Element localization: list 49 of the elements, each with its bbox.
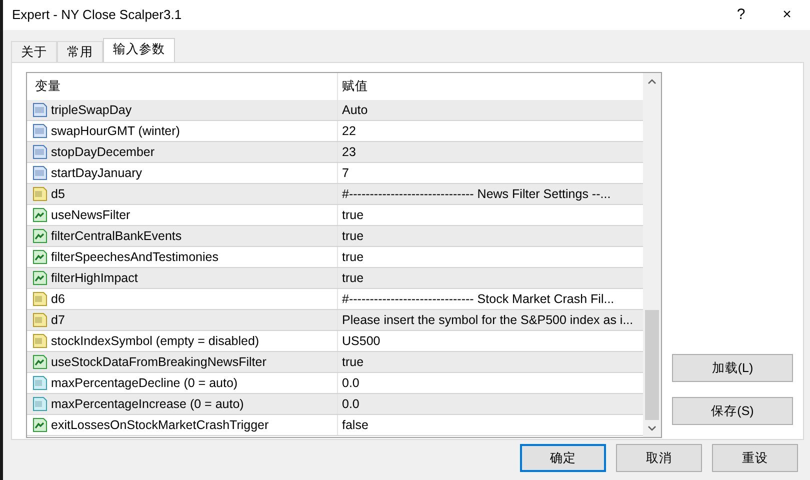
- parameter-name: maxPercentageIncrease (0 = auto): [51, 396, 244, 413]
- column-header: 赋值: [342, 78, 368, 96]
- load-button[interactable]: 加载(L): [672, 354, 793, 382]
- parameter-name: stopDayDecember: [51, 144, 155, 161]
- parameter-name: filterHighImpact: [51, 270, 138, 287]
- parameter-value[interactable]: US500: [342, 332, 380, 350]
- parameter-value[interactable]: true: [342, 206, 364, 224]
- save-button[interactable]: 保存(S): [672, 397, 793, 425]
- cancel-button[interactable]: 取消: [616, 444, 702, 472]
- tab[interactable]: 关于: [11, 41, 57, 62]
- scroll-up-icon[interactable]: [648, 79, 656, 84]
- window-title: Expert - NY Close Scalper3.1: [12, 6, 183, 24]
- parameter-value[interactable]: 23: [342, 142, 356, 162]
- parameter-value[interactable]: true: [342, 352, 364, 372]
- parameter-name: stockIndexSymbol (empty = disabled): [51, 332, 260, 350]
- parameter-value[interactable]: 0.0: [342, 374, 360, 392]
- reset-button[interactable]: 重设: [712, 444, 798, 472]
- ok-button[interactable]: 确定: [520, 444, 606, 472]
- parameter-name: d5: [51, 186, 65, 203]
- close-button[interactable]: ×: [764, 4, 810, 26]
- parameter-value[interactable]: Please insert the symbol for the S&P500 index as i...: [342, 310, 634, 330]
- parameter-value[interactable]: Auto: [342, 100, 368, 120]
- scroll-down-icon[interactable]: [648, 426, 656, 431]
- parameter-name: maxPercentageDecline (0 = auto): [51, 374, 238, 392]
- tab[interactable]: 常用: [57, 41, 103, 62]
- parameter-value[interactable]: #------------------------------ Stock Market Crash Fil...: [342, 290, 614, 308]
- parameter-name: filterCentralBankEvents: [51, 228, 182, 245]
- parameter-name: d6: [51, 290, 65, 308]
- parameter-value[interactable]: true: [342, 268, 364, 288]
- parameter-value[interactable]: 7: [342, 164, 349, 182]
- parameter-name: tripleSwapDay: [51, 102, 132, 119]
- parameter-name: d7: [51, 312, 65, 329]
- tab[interactable]: 输入参数: [103, 38, 175, 62]
- help-button[interactable]: ?: [718, 4, 764, 26]
- parameter-name: filterSpeechesAndTestimonies: [51, 248, 218, 266]
- parameter-value[interactable]: 0.0: [342, 394, 360, 414]
- scrollbar[interactable]: [643, 73, 661, 437]
- column-header: 变量: [35, 78, 61, 96]
- parameter-value[interactable]: true: [342, 226, 364, 246]
- parameter-value[interactable]: true: [342, 248, 364, 266]
- parameter-name: startDayJanuary: [51, 164, 142, 182]
- parameter-name: useNewsFilter: [51, 206, 130, 224]
- parameter-value[interactable]: false: [342, 416, 368, 434]
- parameter-value[interactable]: 22: [342, 122, 356, 140]
- parameter-name: swapHourGMT (winter): [51, 122, 180, 140]
- parameter-value[interactable]: #------------------------------ News Filter Settings --...: [342, 184, 611, 204]
- scroll-thumb[interactable]: [645, 310, 659, 420]
- parameter-name: exitLossesOnStockMarketCrashTrigger: [51, 416, 269, 434]
- parameter-name: useStockDataFromBreakingNewsFilter: [51, 354, 266, 371]
